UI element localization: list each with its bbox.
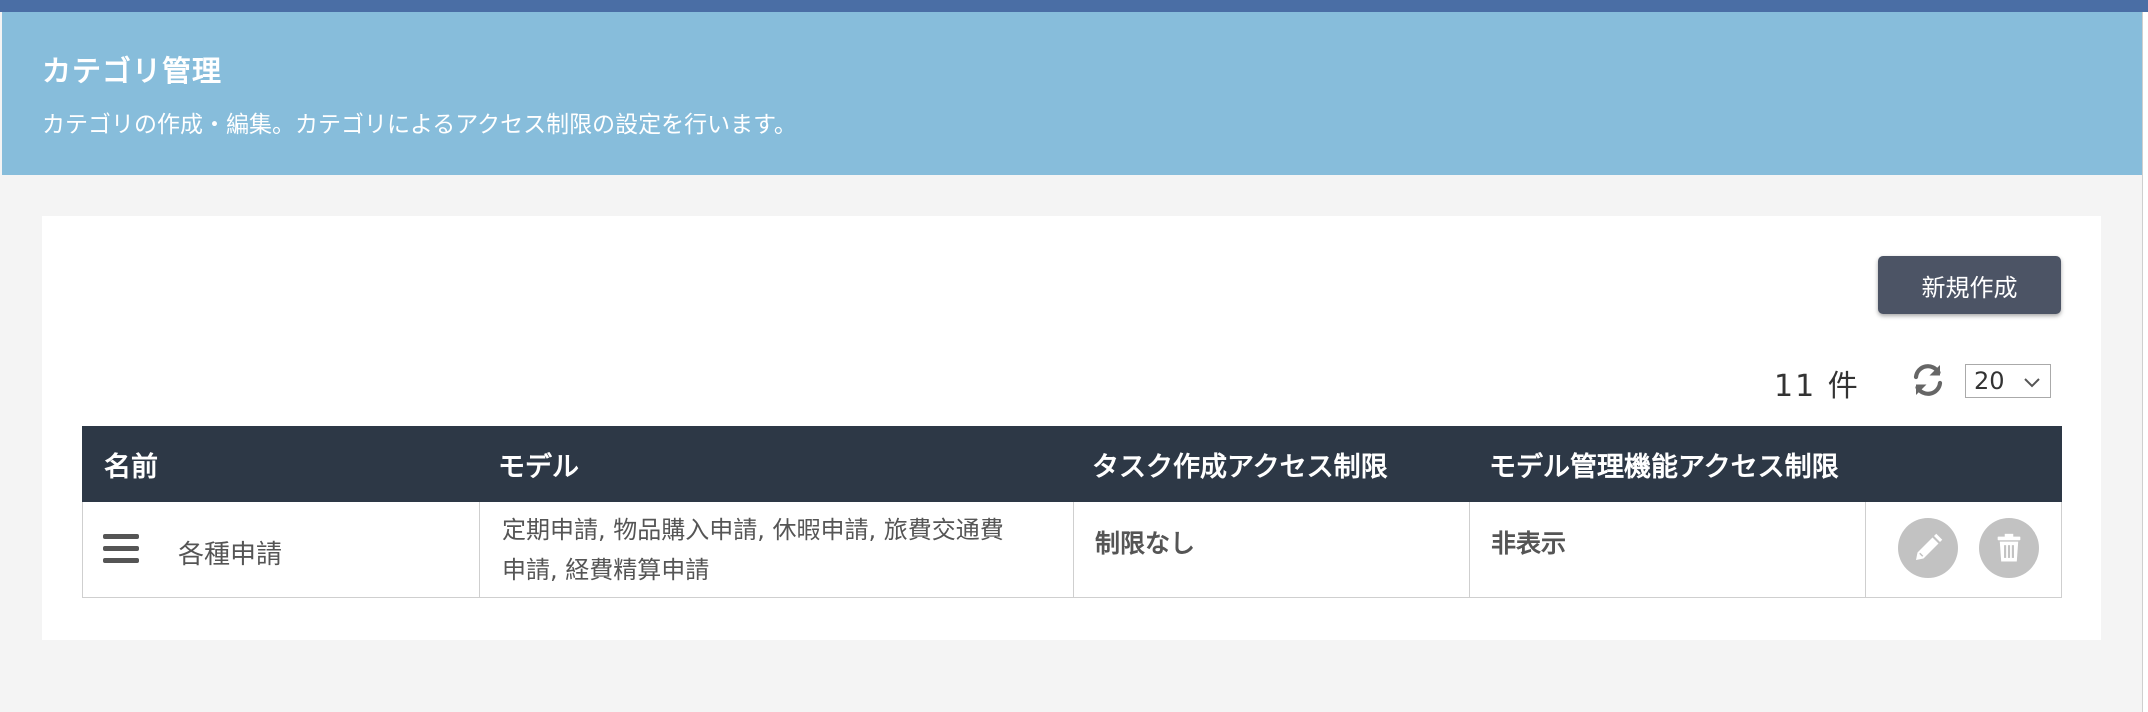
column-header-model-admin-access: モデル管理機能アクセス制限 — [1489, 451, 1839, 483]
model-admin-access-value: 非表示 — [1491, 529, 1567, 558]
edit-button[interactable] — [1898, 518, 1958, 578]
category-name: 各種申請 — [178, 540, 283, 570]
column-divider — [1073, 502, 1074, 597]
page-header: カテゴリ管理 カテゴリの作成・編集。カテゴリによるアクセス制限の設定を行います。 — [2, 12, 2142, 175]
delete-button[interactable] — [1979, 518, 2039, 578]
column-header-name: 名前 — [104, 451, 158, 483]
top-bar — [0, 0, 2148, 12]
category-models-line-1: 定期申請, 物品購入申請, 休暇申請, 旅費交通費 — [502, 516, 1004, 544]
drag-handle-icon[interactable] — [103, 534, 139, 566]
category-models: 定期申請, 物品購入申請, 休暇申請, 旅費交通費 申請, 経費精算申請 — [502, 510, 1072, 590]
page-title: カテゴリ管理 — [42, 54, 223, 88]
table-header: 名前 モデル タスク作成アクセス制限 モデル管理機能アクセス制限 — [82, 426, 2062, 502]
table-row: 各種申請 定期申請, 物品購入申請, 休暇申請, 旅費交通費 申請, 経費精算申… — [82, 502, 2062, 598]
trash-icon — [1997, 533, 2021, 562]
column-divider — [1469, 502, 1470, 597]
refresh-icon[interactable] — [1910, 362, 1946, 398]
chevron-down-icon — [2022, 370, 2042, 390]
category-models-line-2: 申請, 経費精算申請 — [502, 556, 710, 584]
column-divider — [1865, 502, 1866, 597]
result-count: 11 件 — [1774, 369, 1860, 404]
column-header-task-access: タスク作成アクセス制限 — [1092, 451, 1388, 483]
page-description: カテゴリの作成・編集。カテゴリによるアクセス制限の設定を行います。 — [42, 112, 797, 138]
per-page-select[interactable]: 20 — [1965, 364, 2051, 398]
pencil-icon — [1916, 533, 1943, 560]
column-header-model: モデル — [498, 451, 579, 483]
per-page-value: 20 — [1974, 367, 2005, 395]
right-edge-scroll-strip — [2142, 12, 2148, 712]
column-divider — [479, 502, 480, 597]
task-access-value: 制限なし — [1095, 529, 1196, 558]
new-category-button[interactable]: 新規作成 — [1878, 256, 2061, 314]
